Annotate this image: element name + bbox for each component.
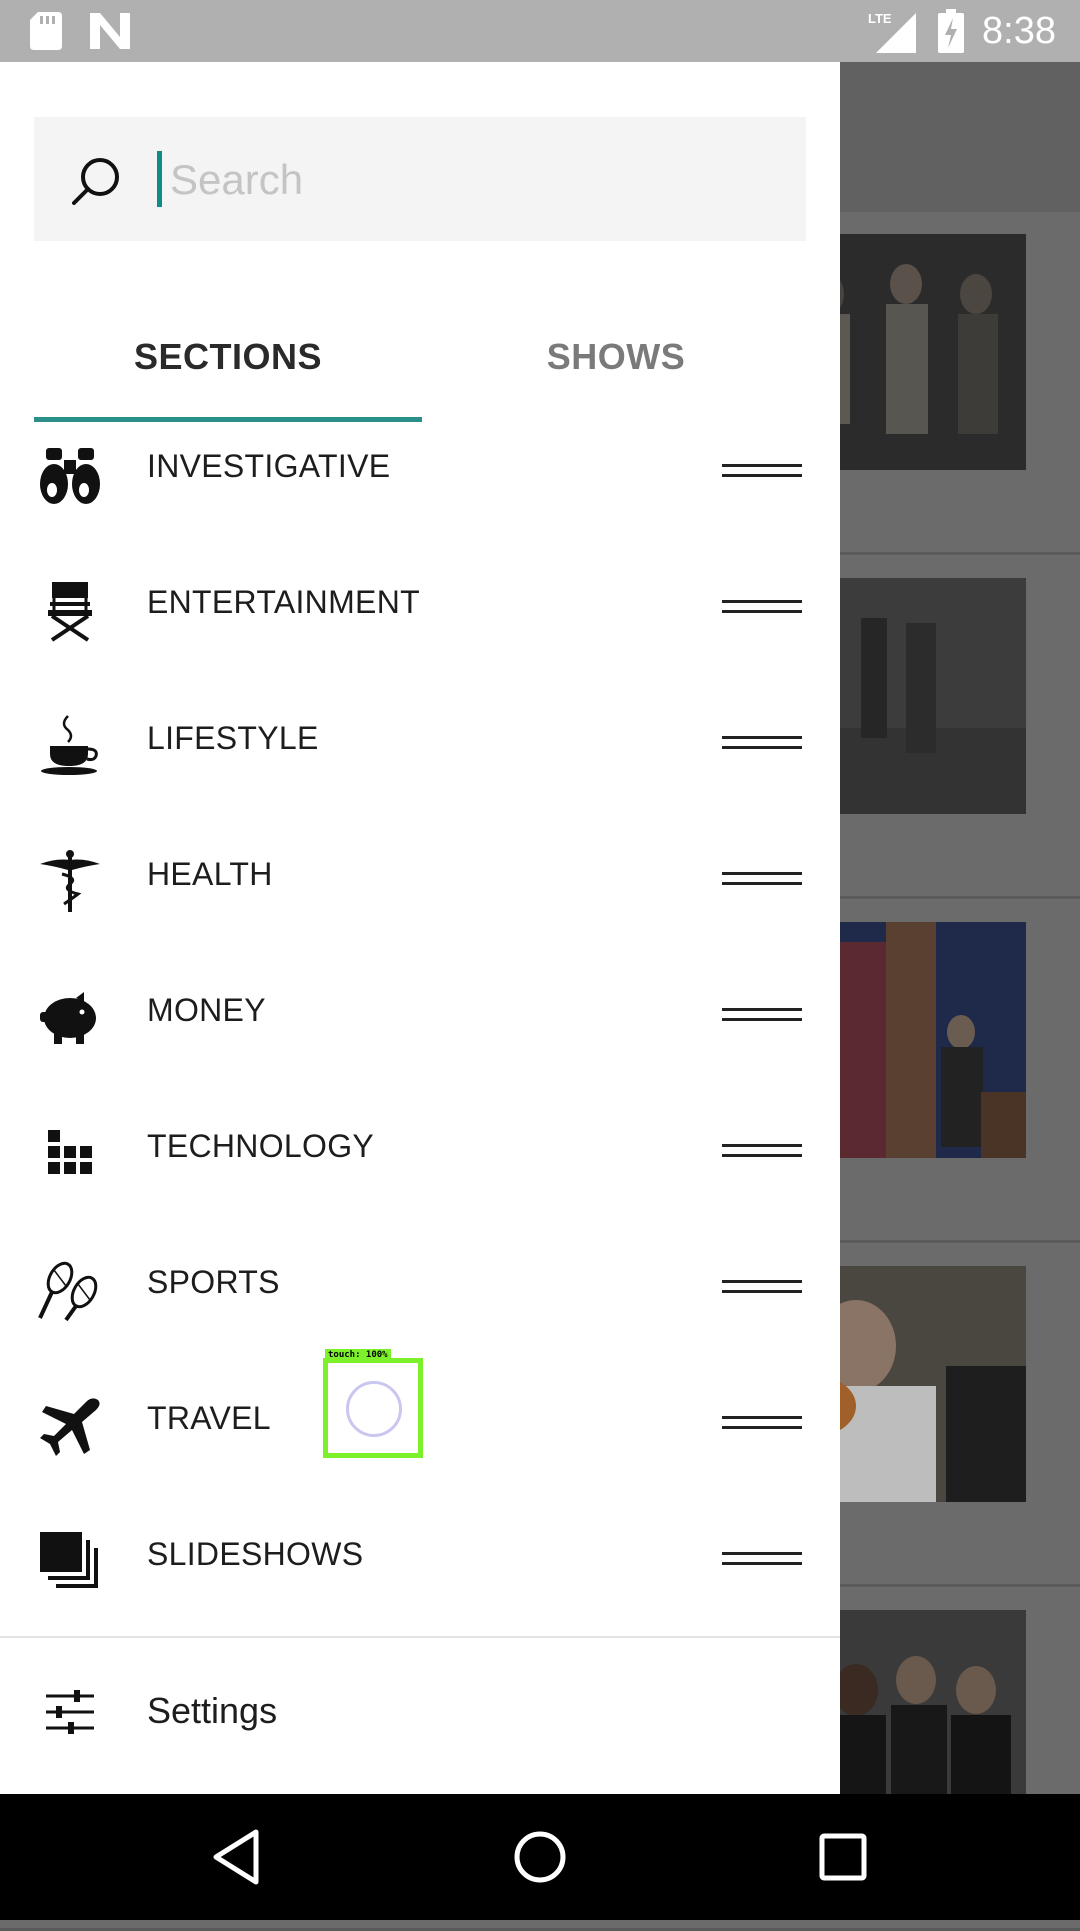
settings-item[interactable]: Settings (0, 1642, 840, 1782)
drag-handle-icon[interactable] (722, 1278, 802, 1296)
status-time: 8:38 (982, 9, 1056, 52)
stacked-slides-icon (40, 1532, 98, 1588)
sd-card-icon (30, 12, 62, 50)
tab-sections[interactable]: SECTIONS (34, 307, 422, 407)
section-item-entertainment[interactable]: ENTERTAINMENT (0, 540, 840, 676)
section-item-sports[interactable]: SPORTS (0, 1220, 840, 1356)
touch-indicator (323, 1358, 423, 1458)
coffee-cup-icon (41, 715, 98, 775)
recents-icon[interactable] (810, 1824, 876, 1890)
back-icon[interactable] (204, 1824, 270, 1890)
system-navigation-bar (0, 1794, 1080, 1920)
touch-point-icon (346, 1381, 402, 1437)
binoculars-icon (40, 448, 100, 504)
section-item-health[interactable]: HEALTH (0, 812, 840, 948)
svg-text:LTE: LTE (868, 11, 892, 26)
section-item-money[interactable]: MONEY (0, 948, 840, 1084)
sliders-icon (46, 1690, 94, 1734)
home-icon[interactable] (507, 1824, 573, 1890)
tab-shows[interactable]: SHOWS (422, 307, 810, 407)
section-label: SLIDESHOWS (147, 1536, 364, 1572)
drag-handle-icon[interactable] (722, 870, 802, 888)
section-label: LIFESTYLE (147, 720, 319, 756)
search-input[interactable] (168, 147, 772, 213)
section-label: INVESTIGATIVE (147, 448, 391, 484)
search-bar[interactable] (34, 117, 806, 241)
tennis-rackets-icon (38, 1261, 98, 1322)
section-item-technology[interactable]: TECHNOLOGY (0, 1084, 840, 1220)
status-bar: LTE 8:38 (0, 0, 1080, 62)
drag-handle-icon[interactable] (722, 1006, 802, 1024)
search-icon (72, 158, 119, 205)
section-label: MONEY (147, 992, 266, 1028)
section-item-investigative[interactable]: INVESTIGATIVE (0, 404, 840, 540)
battery-charging-icon (938, 9, 965, 53)
directors-chair-icon (48, 582, 92, 642)
section-label: SPORTS (147, 1264, 280, 1300)
section-label: TRAVEL (147, 1400, 271, 1436)
drag-handle-icon[interactable] (722, 1414, 802, 1432)
drag-handle-icon[interactable] (722, 462, 802, 480)
drag-handle-icon[interactable] (722, 598, 802, 616)
drag-handle-icon[interactable] (722, 734, 802, 752)
drag-handle-icon[interactable] (722, 1142, 802, 1160)
settings-label: Settings (147, 1690, 278, 1731)
caduceus-icon (40, 850, 100, 912)
drag-handle-icon[interactable] (722, 1550, 802, 1568)
section-label: ENTERTAINMENT (147, 584, 420, 620)
section-label: HEALTH (147, 856, 273, 892)
piggy-bank-icon (40, 992, 96, 1044)
divider (0, 1636, 840, 1638)
section-item-lifestyle[interactable]: LIFESTYLE (0, 676, 840, 812)
section-label: TECHNOLOGY (147, 1128, 375, 1164)
text-cursor (157, 151, 162, 207)
navigation-drawer: SECTIONS SHOWS INVESTIGATIVE ENTERTAINME… (0, 62, 840, 1794)
grid-blocks-icon (48, 1130, 92, 1174)
airplane-icon (40, 1398, 100, 1456)
section-item-slideshows[interactable]: SLIDESHOWS (0, 1492, 840, 1628)
lte-signal-icon: LTE (868, 11, 917, 53)
n-logo-icon (90, 13, 130, 49)
